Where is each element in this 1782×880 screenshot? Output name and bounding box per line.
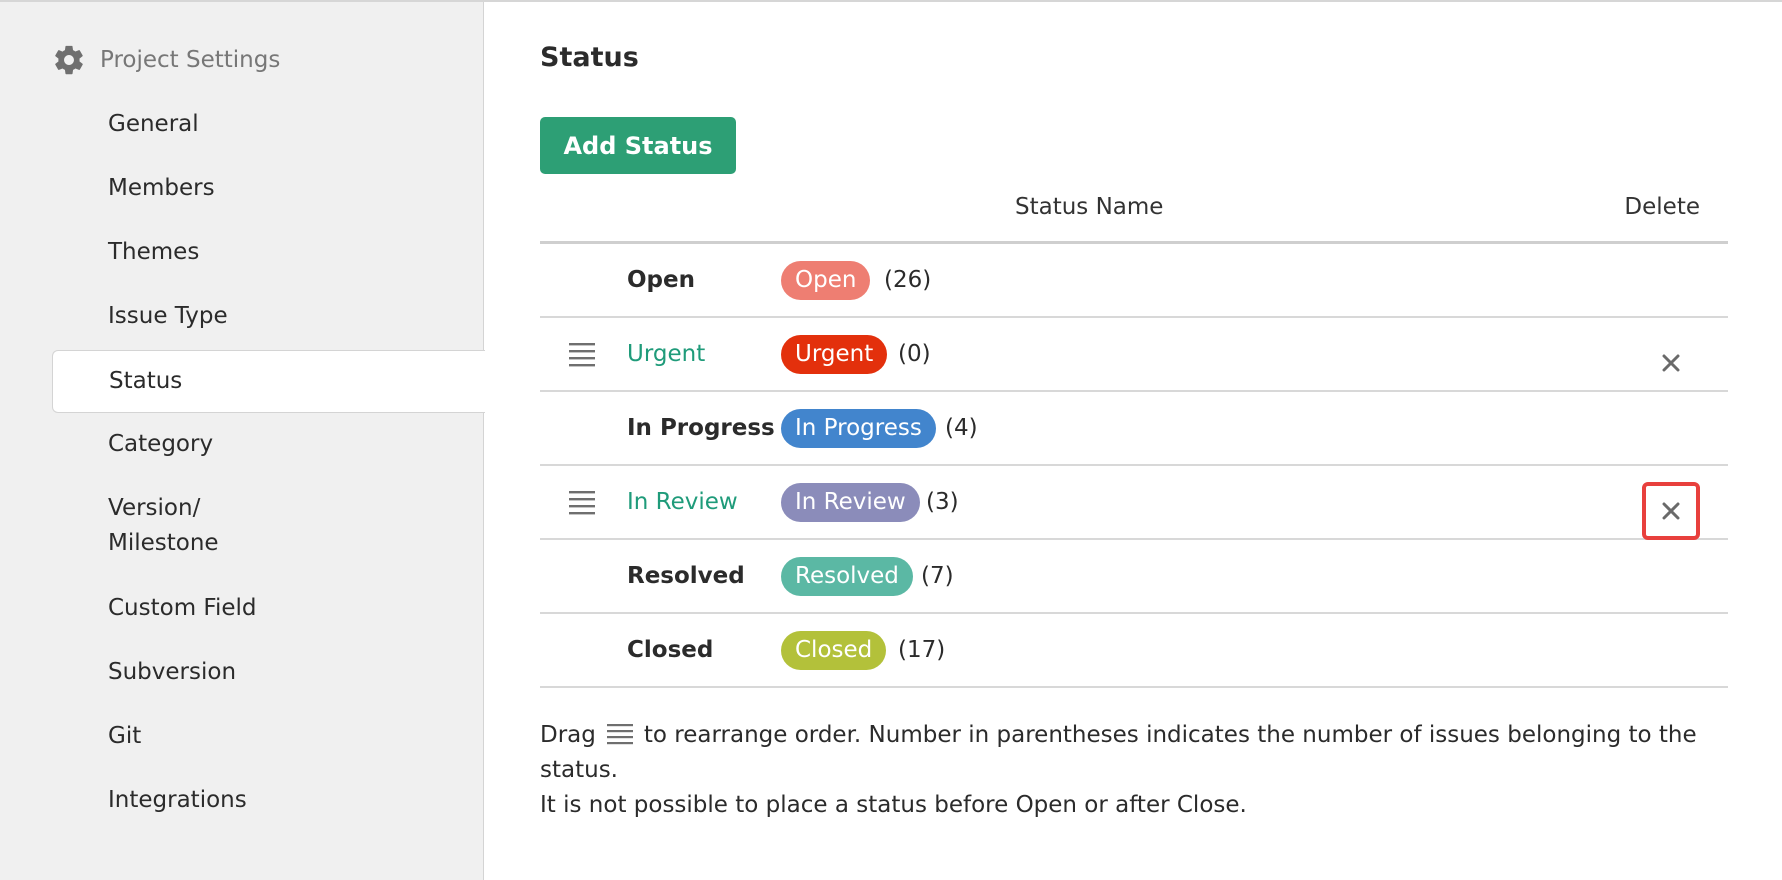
table-row: Open Open (26) [540, 244, 1728, 318]
issue-count: (7) [921, 563, 954, 589]
sidebar-item-issue-type[interactable]: Issue Type [52, 299, 485, 334]
table-row: Closed Closed (17) [540, 614, 1728, 688]
status-name: Resolved [627, 563, 745, 589]
help-note-line2: It is not possible to place a status bef… [540, 792, 1247, 818]
delete-status-button[interactable] [1642, 482, 1700, 540]
settings-sidebar: Project Settings General Members Themes … [0, 2, 485, 880]
issue-count: (0) [898, 341, 931, 367]
status-badge: Urgent [781, 334, 888, 374]
status-badge: Closed [781, 630, 887, 670]
sidebar-header: Project Settings [52, 42, 280, 78]
drag-handle-icon[interactable] [568, 342, 596, 368]
help-note: Drag to rearrange order. Number in paren… [540, 718, 1728, 823]
table-row: Resolved Resolved (7) [540, 540, 1728, 614]
drag-handle-icon [606, 724, 633, 745]
drag-handle-icon[interactable] [568, 490, 596, 516]
table-row: In Review In Review (3) [540, 466, 1728, 540]
close-icon [1662, 354, 1680, 372]
help-note-text: to rearrange order. Number in parenthese… [540, 722, 1697, 783]
issue-count: (17) [898, 637, 946, 663]
issue-count: (26) [884, 267, 932, 293]
issue-count: (3) [926, 489, 959, 515]
status-name-link[interactable]: Urgent [627, 341, 705, 367]
status-name-link[interactable]: In Review [627, 489, 738, 515]
status-name: Closed [627, 637, 714, 663]
help-note-drag: Drag [540, 722, 596, 748]
sidebar-item-custom-field[interactable]: Custom Field [52, 591, 485, 626]
column-header-delete: Delete [1624, 194, 1700, 220]
page-title: Status [540, 42, 639, 73]
sidebar-item-category[interactable]: Category [52, 427, 485, 462]
sidebar-item-general[interactable]: General [52, 107, 485, 142]
column-header-status-name: Status Name [1015, 194, 1164, 220]
sidebar-item-status[interactable]: Status [52, 350, 485, 413]
status-badge: In Progress [781, 408, 936, 448]
close-icon [1662, 502, 1680, 520]
sidebar-item-themes[interactable]: Themes [52, 235, 485, 270]
table-row: Urgent Urgent (0) [540, 318, 1728, 392]
sidebar-title: Project Settings [100, 47, 281, 73]
status-name: Open [627, 267, 695, 293]
delete-status-button[interactable] [1642, 334, 1700, 392]
status-badge: In Review [781, 482, 920, 522]
add-status-button[interactable]: Add Status [540, 117, 736, 174]
table-row: In Progress In Progress (4) [540, 392, 1728, 466]
gear-icon [55, 45, 83, 75]
sidebar-item-integrations[interactable]: Integrations [52, 783, 485, 818]
sidebar-item-git[interactable]: Git [52, 719, 485, 754]
status-badge: Resolved [781, 556, 913, 596]
sidebar-item-subversion[interactable]: Subversion [52, 655, 485, 690]
status-table: Open Open (26) Urgent Urgent (0) In Prog… [540, 244, 1728, 688]
sidebar-item-members[interactable]: Members [52, 171, 485, 206]
status-badge: Open [781, 260, 871, 300]
issue-count: (4) [945, 415, 978, 441]
status-name: In Progress [627, 415, 775, 441]
sidebar-item-version-milestone[interactable]: Version/ Milestone [52, 491, 485, 561]
